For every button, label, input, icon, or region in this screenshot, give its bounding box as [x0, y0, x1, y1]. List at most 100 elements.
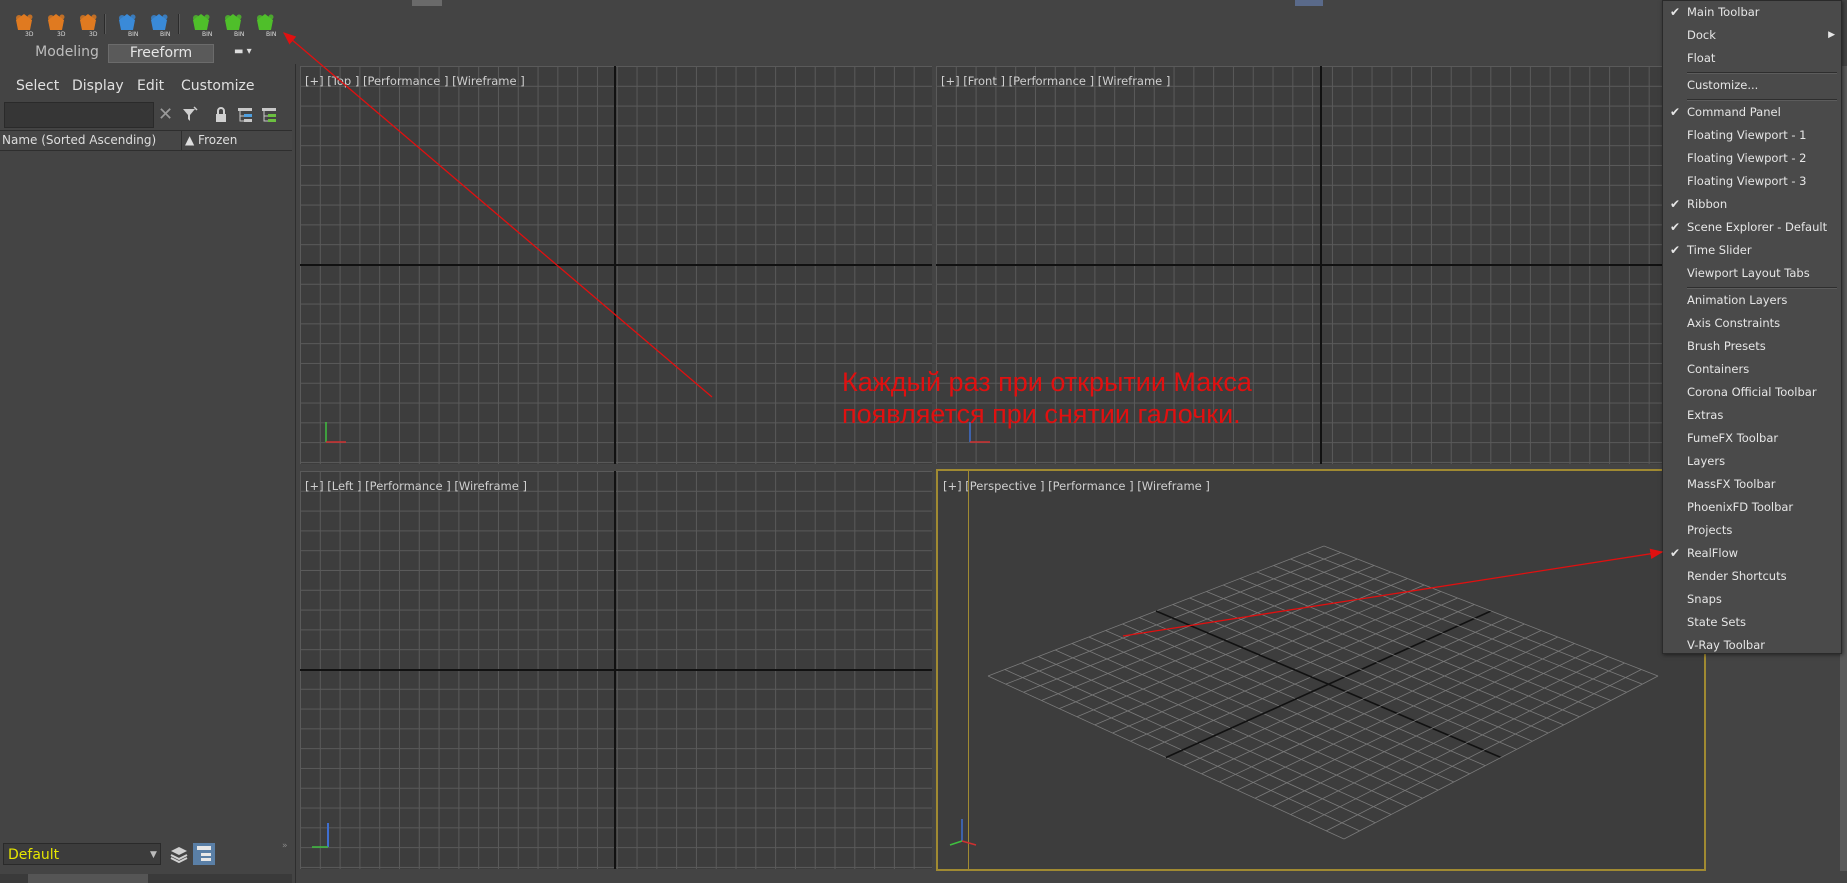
collapse-icon[interactable]: » — [282, 841, 288, 851]
menu-item-massfx-toolbar[interactable]: MassFX Toolbar — [1663, 473, 1841, 495]
thinking-particles-icon[interactable]: 3D — [74, 11, 102, 37]
realflow-emitter-icon[interactable]: BIN — [113, 11, 141, 37]
menu-item-axis-constraints[interactable]: Axis Constraints — [1663, 312, 1841, 334]
chevron-down-icon[interactable]: ▼ — [150, 850, 157, 860]
menu-item-label: Floating Viewport - 1 — [1687, 128, 1807, 142]
menu-item-floating-viewport-3[interactable]: Floating Viewport - 3 — [1663, 170, 1841, 192]
filter-icon[interactable] — [181, 106, 199, 124]
column-header-row: Name (Sorted Ascending) ▲ Frozen — [0, 130, 292, 151]
axis-gizmo-icon — [949, 819, 977, 846]
layers-icon[interactable] — [168, 843, 190, 865]
hierarchy-icon[interactable] — [236, 106, 254, 124]
menu-item-label: PhoenixFD Toolbar — [1687, 500, 1794, 514]
menu-item-animation-layers[interactable]: Animation Layers — [1663, 289, 1841, 311]
thinking-particles-icon[interactable]: 3D — [10, 11, 38, 37]
viewport-label[interactable]: [+] [Front ] [Performance ] [Wireframe ] — [941, 74, 1170, 88]
menu-item-label: Customize... — [1687, 78, 1759, 92]
svg-text:3D: 3D — [57, 31, 66, 37]
svg-text:BIN: BIN — [202, 31, 212, 37]
menu-item-extras[interactable]: Extras — [1663, 404, 1841, 426]
menu-item-corona-official-toolbar[interactable]: Corona Official Toolbar — [1663, 381, 1841, 403]
viewport-perspective[interactable]: [+] [Perspective ] [Performance ] [Wiref… — [936, 469, 1706, 871]
menu-item-floating-viewport-1[interactable]: Floating Viewport - 1 — [1663, 124, 1841, 146]
tab-modeling[interactable]: Modeling — [12, 44, 122, 61]
menu-item-label: Corona Official Toolbar — [1687, 385, 1817, 399]
menu-item-main-toolbar[interactable]: ✔ Main Toolbar — [1663, 1, 1841, 23]
menu-item-render-shortcuts[interactable]: Render Shortcuts — [1663, 565, 1841, 587]
submenu-arrow-icon: ▶ — [1828, 30, 1835, 40]
menu-item-label: State Sets — [1687, 615, 1746, 629]
toolbar-context-menu: ✔ Main Toolbar Dock ▶ Float Customize... ✔ Comm… — [1662, 0, 1842, 654]
scene-explorer-panel: Select Display Edit Customize ✕ Name (So… — [0, 64, 296, 883]
menu-item-label: Containers — [1687, 362, 1750, 376]
menu-item-label: Axis Constraints — [1687, 316, 1781, 330]
layer-dropdown[interactable]: Default — [3, 843, 161, 865]
search-input[interactable] — [4, 102, 154, 128]
menu-item-label: Ribbon — [1687, 197, 1728, 211]
menu-item-phoenixfd-toolbar[interactable]: PhoenixFD Toolbar — [1663, 496, 1841, 518]
menu-item-label: FumeFX Toolbar — [1687, 431, 1779, 445]
annotation-line-2: появляется при снятии галочки. — [842, 399, 1241, 429]
clear-search-icon[interactable]: ✕ — [158, 104, 173, 125]
menu-item-label: Extras — [1687, 408, 1724, 422]
menu-edit[interactable]: Edit — [137, 78, 164, 94]
viewport-label[interactable]: [+] [Left ] [Performance ] [Wireframe ] — [305, 479, 527, 493]
grid-line — [1290, 558, 1627, 693]
menu-item-label: Time Slider — [1687, 243, 1752, 257]
column-frozen[interactable]: ▲ Frozen — [185, 133, 237, 147]
realflow-mesh-icon[interactable]: BIN — [219, 11, 247, 37]
menu-item-state-sets[interactable]: State Sets — [1663, 611, 1841, 633]
menu-item-float[interactable]: Float — [1663, 47, 1841, 69]
thinking-particles-icon[interactable]: 3D — [42, 11, 70, 37]
viewport-left[interactable]: [+] [Left ] [Performance ] [Wireframe ] — [300, 471, 932, 869]
svg-text:3D: 3D — [89, 31, 98, 37]
menu-item-layers[interactable]: Layers — [1663, 450, 1841, 472]
time-slider-strip[interactable] — [0, 874, 292, 883]
viewport-label[interactable]: [+] [Top ] [Performance ] [Wireframe ] — [305, 74, 525, 88]
tab-freeform[interactable]: Freeform — [108, 44, 214, 63]
menu-item-realflow[interactable]: ✔ RealFlow — [1663, 542, 1841, 564]
realflow-mesh-icon[interactable]: BIN — [251, 11, 279, 37]
perspective-grid — [987, 545, 1659, 840]
menu-item-label: Floating Viewport - 2 — [1687, 151, 1807, 165]
menu-item-dock[interactable]: Dock ▶ — [1663, 24, 1841, 46]
menu-item-fumefx-toolbar[interactable]: FumeFX Toolbar — [1663, 427, 1841, 449]
realflow-mesh-icon[interactable]: BIN — [187, 11, 215, 37]
menu-customize[interactable]: Customize — [181, 78, 255, 94]
check-icon: ✔ — [1670, 546, 1681, 560]
column-name[interactable]: Name (Sorted Ascending) — [2, 133, 156, 147]
menu-item-projects[interactable]: Projects — [1663, 519, 1841, 541]
realflow-emitter-icon[interactable]: BIN — [145, 11, 173, 37]
menu-item-ribbon[interactable]: ✔ Ribbon — [1663, 193, 1841, 215]
menu-item-label: RealFlow — [1687, 546, 1739, 560]
menu-item-label: V-Ray Toolbar — [1687, 638, 1766, 652]
menu-item-label: Render Shortcuts — [1687, 569, 1787, 583]
ribbon-options-icon[interactable]: ▬ ▾ — [234, 46, 252, 57]
menu-item-label: MassFX Toolbar — [1687, 477, 1776, 491]
menu-item-floating-viewport-2[interactable]: Floating Viewport - 2 — [1663, 147, 1841, 169]
menu-item-customize[interactable]: Customize... — [1663, 74, 1841, 96]
menu-item-containers[interactable]: Containers — [1663, 358, 1841, 380]
menu-item-label: Animation Layers — [1687, 293, 1788, 307]
menu-item-v-ray-toolbar[interactable]: V-Ray Toolbar — [1663, 634, 1841, 656]
check-icon: ✔ — [1670, 220, 1681, 234]
menu-select[interactable]: Select — [16, 78, 59, 94]
viewport-top[interactable]: [+] [Top ] [Performance ] [Wireframe ] — [300, 66, 932, 464]
layer-hierarchy-icon[interactable] — [260, 106, 278, 124]
menu-display[interactable]: Display — [72, 78, 124, 94]
grid-line — [1323, 545, 1659, 677]
annotation-text: Каждый раз при открытии Макса появляется… — [842, 366, 1362, 430]
menu-item-label: Dock — [1687, 28, 1716, 42]
menu-item-scene-explorer-default[interactable]: ✔ Scene Explorer - Default — [1663, 216, 1841, 238]
svg-text:BIN: BIN — [128, 31, 138, 37]
menu-item-label: Brush Presets — [1687, 339, 1766, 353]
menu-item-viewport-layout-tabs[interactable]: Viewport Layout Tabs — [1663, 262, 1841, 284]
check-icon: ✔ — [1670, 5, 1681, 19]
hierarchy-view-icon[interactable] — [193, 843, 215, 865]
menu-item-command-panel[interactable]: ✔ Command Panel — [1663, 101, 1841, 123]
lock-icon[interactable] — [212, 106, 230, 124]
menu-item-time-slider[interactable]: ✔ Time Slider — [1663, 239, 1841, 261]
menu-item-snaps[interactable]: Snaps — [1663, 588, 1841, 610]
menu-item-brush-presets[interactable]: Brush Presets — [1663, 335, 1841, 357]
axis-gizmo-icon — [312, 823, 329, 848]
